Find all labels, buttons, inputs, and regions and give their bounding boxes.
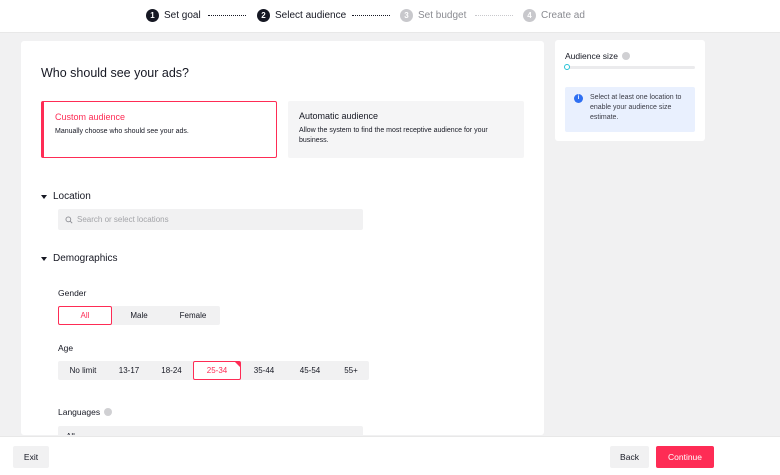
gender-option-female[interactable]: Female <box>166 306 220 325</box>
demographics-section-label: Demographics <box>53 253 118 264</box>
custom-audience-option[interactable]: Custom audience Manually choose who shou… <box>41 101 277 158</box>
exit-button[interactable]: Exit <box>13 446 49 468</box>
location-section-label: Location <box>53 191 91 202</box>
info-icon[interactable] <box>621 52 630 60</box>
step-label: Select audience <box>275 10 347 21</box>
step-connector <box>352 15 390 16</box>
custom-audience-desc: Manually choose who should see your ads. <box>55 128 189 135</box>
languages-label-text: Languages <box>58 407 101 417</box>
gender-label: Gender <box>58 288 86 298</box>
languages-label: Languages <box>58 407 113 417</box>
step-set-budget: 3 Set budget <box>400 9 466 22</box>
age-label: Age <box>58 343 73 353</box>
step-label: Set budget <box>418 10 467 21</box>
step-label: Set goal <box>164 10 201 21</box>
step-number: 2 <box>257 9 270 22</box>
languages-select[interactable]: All <box>58 426 363 435</box>
audience-size-panel: Audience size i Select at least one loca… <box>555 40 705 141</box>
footer-bar: Exit Back Continue <box>0 436 780 475</box>
age-option-label: 25-34 <box>206 366 228 375</box>
age-option-45-54[interactable]: 45-54 <box>287 361 333 380</box>
progress-stepper: 1 Set goal 2 Select audience 3 Set budge… <box>0 0 780 33</box>
step-label: Create ad <box>541 10 585 21</box>
back-button[interactable]: Back <box>610 446 649 468</box>
age-selector: No limit 13-17 18-24 25-34 35-44 45-54 5… <box>58 361 369 380</box>
step-connector <box>475 15 513 16</box>
location-section-toggle[interactable]: Location <box>41 191 91 202</box>
step-number: 4 <box>523 9 536 22</box>
gender-selector: All Male Female <box>58 306 220 325</box>
audience-size-notice: i Select at least one location to enable… <box>565 87 695 132</box>
audience-form-card: Who should see your ads? Custom audience… <box>21 41 544 435</box>
step-number: 3 <box>400 9 413 22</box>
selected-corner-mark <box>235 362 240 367</box>
custom-audience-title: Custom audience <box>55 112 126 122</box>
automatic-audience-desc: Allow the system to find the most recept… <box>299 127 488 144</box>
continue-button[interactable]: Continue <box>656 446 714 468</box>
page-title: Who should see your ads? <box>41 66 190 80</box>
gender-option-all[interactable]: All <box>58 306 112 325</box>
age-option-13-17[interactable]: 13-17 <box>108 361 150 380</box>
demographics-section-toggle[interactable]: Demographics <box>41 253 117 264</box>
audience-size-title: Audience size <box>565 51 630 61</box>
search-icon <box>65 216 73 224</box>
step-number: 1 <box>146 9 159 22</box>
location-search-input[interactable] <box>77 215 347 224</box>
age-option-18-24[interactable]: 18-24 <box>150 361 193 380</box>
step-connector <box>208 15 246 16</box>
step-select-audience: 2 Select audience <box>257 9 346 22</box>
info-icon[interactable] <box>104 408 113 416</box>
age-option-no-limit[interactable]: No limit <box>58 361 108 380</box>
gender-option-male[interactable]: Male <box>112 306 166 325</box>
age-option-25-34[interactable]: 25-34 <box>193 361 241 380</box>
age-option-35-44[interactable]: 35-44 <box>241 361 287 380</box>
location-search[interactable] <box>58 209 363 230</box>
caret-down-icon <box>41 256 47 261</box>
caret-down-icon <box>41 194 47 199</box>
notice-text: Select at least one location to enable y… <box>590 94 682 122</box>
automatic-audience-title: Automatic audience <box>299 111 379 121</box>
step-create-ad: 4 Create ad <box>523 9 585 22</box>
gender-label-text: Gender <box>58 288 87 298</box>
automatic-audience-option[interactable]: Automatic audience Allow the system to f… <box>288 101 524 158</box>
info-icon: i <box>574 94 583 103</box>
step-set-goal: 1 Set goal <box>146 9 201 22</box>
gauge-knob <box>564 64 570 70</box>
age-label-text: Age <box>58 343 74 353</box>
age-option-55-plus[interactable]: 55+ <box>333 361 369 380</box>
audience-size-title-text: Audience size <box>565 51 618 61</box>
audience-size-gauge <box>564 64 695 70</box>
